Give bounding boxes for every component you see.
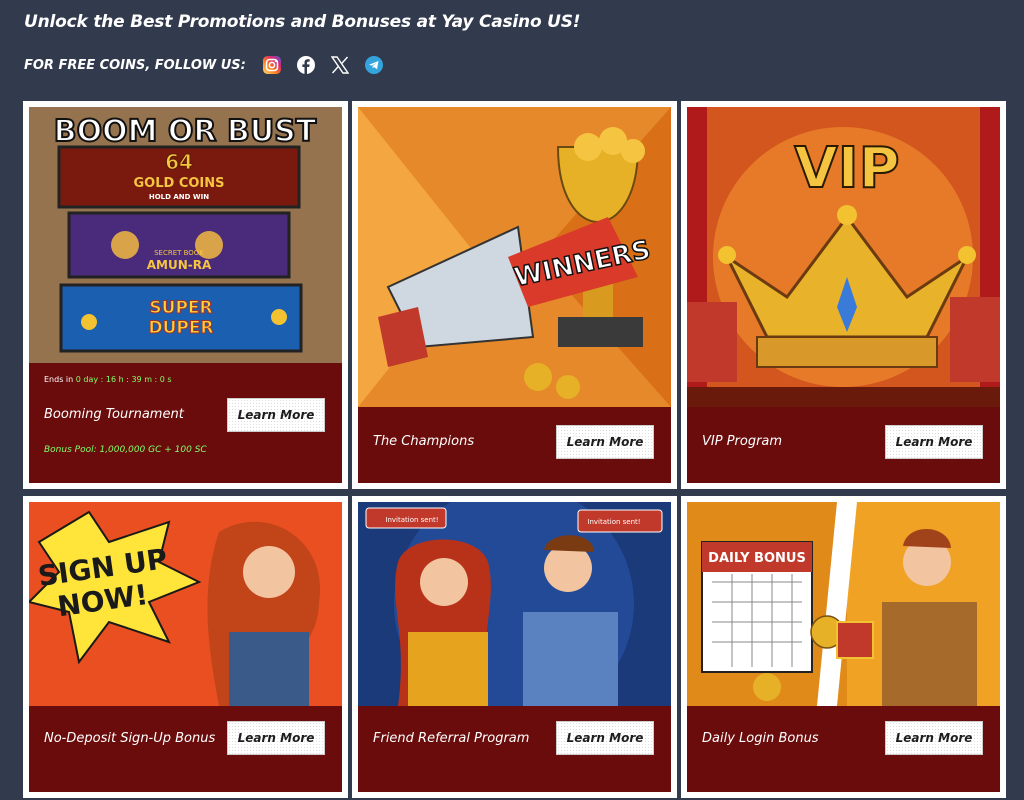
learn-more-button[interactable]: Learn More [885,425,983,459]
promo-card-vip-program[interactable]: VIP VIP Program Learn More [681,101,1006,489]
learn-more-button[interactable]: Learn More [556,721,654,755]
x-icon[interactable] [330,55,350,75]
daily-bonus-artwork: DAILY BONUS [687,502,1000,706]
card-info-panel: Daily Login Bonus Learn More [687,706,1000,792]
countdown-timer: 0 day : 16 h : 39 m : 0 s [75,375,172,384]
art-text-invitation-right: Invitation sent! [587,518,640,526]
card-title: Friend Referral Program [373,731,530,746]
card-info-panel: No-Deposit Sign-Up Bonus Learn More [29,706,342,792]
follow-label: FOR FREE COINS, FOLLOW US: [24,57,246,73]
art-text-amun-ra: AMUN-RA [147,258,212,272]
promo-card-booming-tournament[interactable]: BOOM OR BUST 64 GOLD COINS HOLD AND WIN … [23,101,348,489]
art-title-boom-or-bust: BOOM OR BUST [54,114,317,149]
card-title: No-Deposit Sign-Up Bonus [44,731,216,746]
bonus-pool: Bonus Pool: 1,000,000 GC + 100 SC [44,445,207,455]
art-text-daily-bonus: DAILY BONUS [708,551,806,566]
signup-artwork: SIGN UP NOW! [29,502,342,706]
learn-more-button[interactable]: Learn More [885,721,983,755]
art-text-secret-book: SECRET BOOK [154,249,204,257]
promo-card-the-champions[interactable]: WINNERS The Champions Learn More [352,101,677,489]
social-follow-bar: FOR FREE COINS, FOLLOW US: [24,55,384,75]
instagram-icon[interactable] [262,55,282,75]
art-text-duper: DUPER [148,318,213,338]
card-info-panel: Friend Referral Program Learn More [358,706,671,792]
promo-card-no-deposit-signup[interactable]: SIGN UP NOW! No-Deposit Sign-Up Bonus Le… [23,496,348,798]
card-info-panel: Ends in 0 day : 16 h : 39 m : 0 s Boomin… [29,363,342,483]
card-title: The Champions [373,434,475,449]
champions-artwork: WINNERS [358,107,671,407]
art-text-invitation-left: Invitation sent! [385,516,438,524]
art-text-hold-and-win: HOLD AND WIN [149,193,209,201]
card-title: Booming Tournament [44,407,184,422]
promotions-grid: BOOM OR BUST 64 GOLD COINS HOLD AND WIN … [23,101,1006,798]
referral-artwork: Invitation sent! Invitation sent! [358,502,671,706]
countdown-prefix: Ends in [44,375,74,384]
card-info-panel: The Champions Learn More [358,407,671,483]
learn-more-button[interactable]: Learn More [227,398,325,432]
card-title: VIP Program [702,434,783,449]
card-info-panel: VIP Program Learn More [687,407,1000,483]
art-text-64: 64 [165,150,193,174]
art-text-vip: VIP [794,136,899,201]
learn-more-button[interactable]: Learn More [556,425,654,459]
telegram-icon[interactable] [364,55,384,75]
art-text-gold-coins: GOLD COINS [134,176,225,191]
art-text-super: SUPER [149,298,212,318]
card-title: Daily Login Bonus [702,731,819,746]
promo-card-friend-referral[interactable]: Invitation sent! Invitation sent! Friend… [352,496,677,798]
tournament-countdown: Ends in 0 day : 16 h : 39 m : 0 s [44,375,172,384]
facebook-icon[interactable] [296,55,316,75]
page-headline: Unlock the Best Promotions and Bonuses a… [24,12,581,32]
promo-card-daily-login[interactable]: DAILY BONUS Daily Login Bonus Learn More [681,496,1006,798]
vip-artwork: VIP [687,107,1000,407]
boom-or-bust-artwork: BOOM OR BUST 64 GOLD COINS HOLD AND WIN … [29,107,342,363]
learn-more-button[interactable]: Learn More [227,721,325,755]
